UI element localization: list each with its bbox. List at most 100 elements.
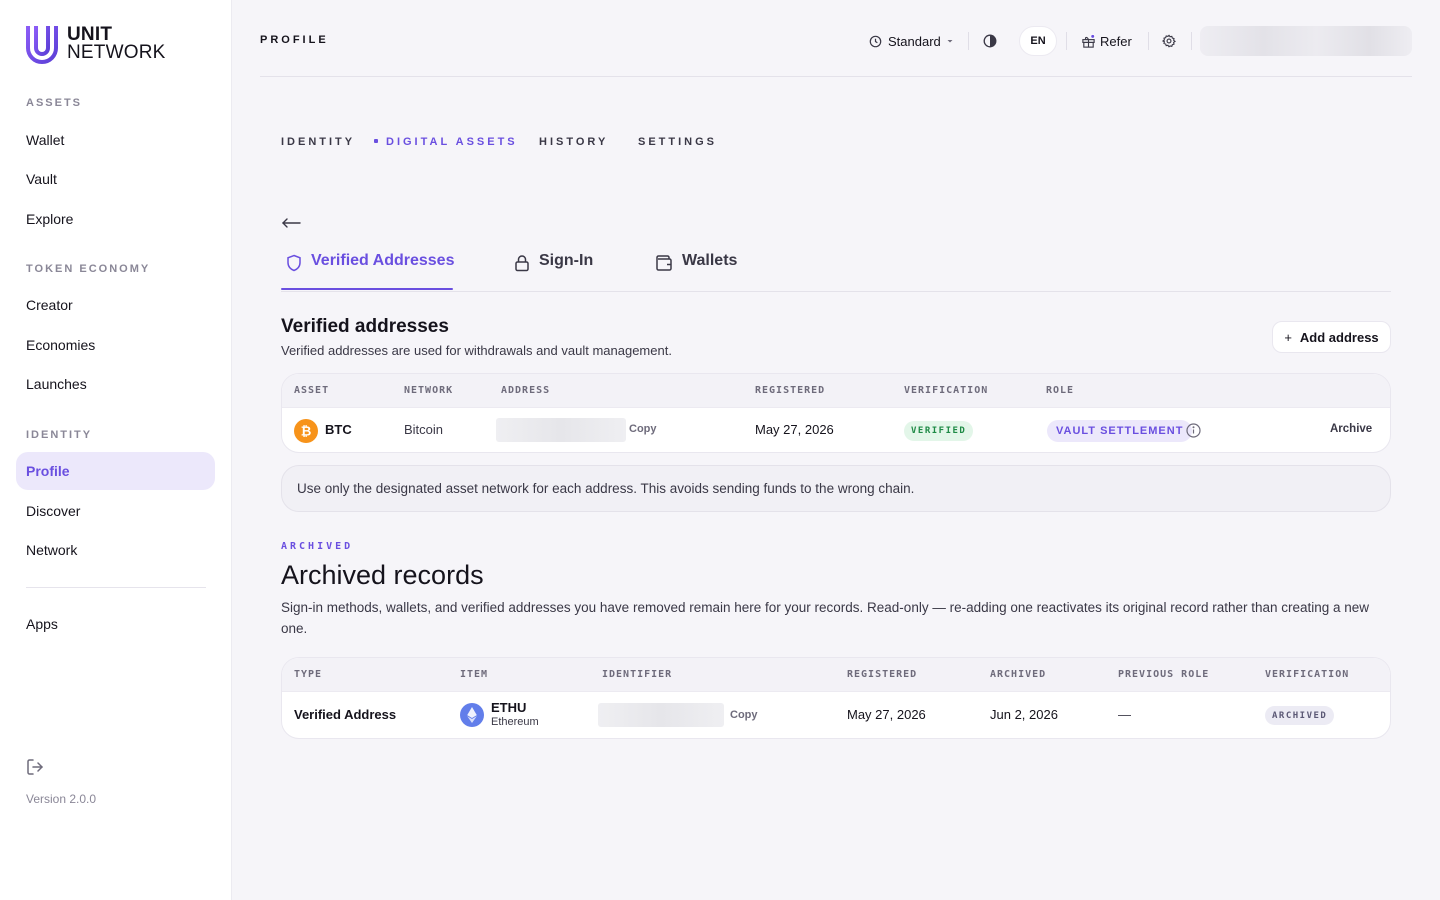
- registered-date: May 27, 2026: [847, 707, 926, 722]
- sidebar-item-discover[interactable]: Discover: [16, 492, 215, 530]
- sidebar-item-vault[interactable]: Vault: [16, 160, 215, 198]
- subtab-sign-in-label: Sign-In: [539, 252, 594, 269]
- add-address-button[interactable]: + Add address: [1272, 321, 1391, 353]
- shield-icon: [287, 254, 301, 272]
- subtab-verified-addresses[interactable]: Verified Addresses: [286, 252, 454, 290]
- gear-icon: [1162, 34, 1176, 48]
- add-address-label: Add address: [1299, 329, 1379, 345]
- verified-addresses-table: ASSET NETWORK ADDRESS REGISTERED VERIFIC…: [281, 373, 1391, 453]
- header-separator: [1148, 32, 1149, 50]
- sidebar-item-launches[interactable]: Launches: [16, 365, 215, 403]
- plus-icon: +: [1284, 329, 1292, 345]
- clock-icon: [869, 35, 882, 47]
- archived-records-table: TYPE ITEM IDENTIFIER REGISTERED ARCHIVED…: [281, 657, 1391, 739]
- settings-button[interactable]: [1162, 26, 1176, 56]
- column-header: VERIFICATION: [1265, 669, 1350, 680]
- column-header: NETWORK: [404, 385, 454, 396]
- header-divider: [260, 76, 1412, 77]
- network-notice: Use only the designated asset network fo…: [281, 465, 1391, 512]
- sidebar-item-network[interactable]: Network: [16, 531, 215, 569]
- subtab-wallets-label: Wallets: [682, 252, 738, 269]
- ethereum-icon: [460, 703, 484, 727]
- item-network: Ethereum: [491, 716, 539, 728]
- info-icon[interactable]: [1186, 423, 1201, 438]
- header-separator: [968, 32, 969, 50]
- column-header: ARCHIVED: [990, 669, 1047, 680]
- sidebar-item-wallet[interactable]: Wallet: [16, 121, 215, 159]
- subtab-wallets[interactable]: Wallets: [655, 252, 737, 290]
- logo-text: UNIT NETWORK: [67, 25, 166, 63]
- column-header: ADDRESS: [501, 385, 551, 396]
- table-row: ₿ BTC Bitcoin Copy May 27, 2026 VERIFIED…: [282, 408, 1390, 452]
- sidebar-item-apps[interactable]: Apps: [16, 605, 215, 643]
- logout-icon[interactable]: [26, 758, 44, 776]
- refer-button[interactable]: Refer: [1081, 26, 1132, 56]
- network-name: Bitcoin: [404, 422, 444, 437]
- column-header: IDENTIFIER: [602, 669, 673, 680]
- table-header: ASSET NETWORK ADDRESS REGISTERED VERIFIC…: [282, 374, 1390, 408]
- tab-settings[interactable]: SETTINGS: [638, 136, 717, 148]
- column-header: PREVIOUS ROLE: [1118, 669, 1210, 680]
- table-row: Verified Address ETHU Ethereum Copy May …: [282, 692, 1390, 738]
- wallet-icon: [656, 255, 672, 271]
- mode-dropdown[interactable]: Standard: [869, 26, 954, 56]
- address-redacted: [496, 418, 626, 442]
- column-header: VERIFICATION: [904, 385, 989, 396]
- subtab-sign-in[interactable]: Sign-In: [514, 252, 593, 290]
- logo[interactable]: UNIT NETWORK: [24, 24, 166, 64]
- contrast-icon: [983, 34, 997, 48]
- version-label: Version 2.0.0: [26, 792, 97, 806]
- archived-date: Jun 2, 2026: [990, 707, 1058, 722]
- active-dot: [374, 139, 378, 144]
- theme-toggle[interactable]: [983, 26, 997, 56]
- item-symbol: ETHU: [491, 700, 527, 715]
- sidebar-item-economies[interactable]: Economies: [16, 326, 215, 364]
- archived-eyebrow: ARCHIVED: [281, 541, 354, 552]
- sidebar-item-explore[interactable]: Explore: [16, 200, 215, 238]
- sidebar-item-profile[interactable]: Profile: [16, 452, 215, 490]
- section-label-assets: ASSETS: [26, 97, 83, 109]
- svg-text:₿: ₿: [301, 424, 312, 439]
- header-separator: [1191, 32, 1192, 50]
- refer-label: Refer: [1100, 33, 1132, 49]
- verification-badge: VERIFIED: [904, 421, 974, 441]
- column-header: ASSET: [294, 385, 330, 396]
- archived-records-title: Archived records: [281, 560, 484, 590]
- language-button[interactable]: EN: [1019, 26, 1057, 56]
- subtab-active-indicator: [281, 288, 453, 290]
- unit-network-logo-icon: [26, 26, 58, 64]
- logo-line-2: NETWORK: [67, 42, 166, 63]
- account-button-redacted[interactable]: [1200, 26, 1412, 56]
- section-label-identity: IDENTITY: [26, 429, 93, 441]
- previous-role: —: [1118, 707, 1131, 722]
- subtabs-divider: [281, 291, 1391, 292]
- copy-address-button[interactable]: Copy: [629, 423, 657, 435]
- bitcoin-icon: ₿: [294, 419, 318, 443]
- subtab-verified-addresses-label: Verified Addresses: [311, 252, 455, 269]
- tab-digital-assets-label: DIGITAL ASSETS: [386, 136, 518, 148]
- tab-identity[interactable]: IDENTITY: [281, 136, 355, 148]
- asset-symbol: BTC: [325, 422, 352, 437]
- column-header: REGISTERED: [755, 385, 826, 396]
- column-header: ITEM: [460, 669, 489, 680]
- column-header: REGISTERED: [847, 669, 918, 680]
- record-type: Verified Address: [294, 707, 397, 722]
- copy-identifier-button[interactable]: Copy: [730, 709, 758, 721]
- archived-records-description: Sign-in methods, wallets, and verified a…: [281, 600, 1370, 636]
- archived-badge: ARCHIVED: [1265, 706, 1335, 725]
- archive-button[interactable]: Archive: [1330, 423, 1372, 435]
- tab-digital-assets[interactable]: DIGITAL ASSETS: [374, 136, 518, 148]
- tab-history[interactable]: HISTORY: [539, 136, 608, 148]
- role-badge: VAULT SETTLEMENT: [1047, 420, 1193, 442]
- sidebar-item-creator[interactable]: Creator: [16, 286, 215, 324]
- column-header: TYPE: [294, 669, 323, 680]
- verified-addresses-subtitle: Verified addresses are used for withdraw…: [281, 343, 672, 358]
- mode-label: Standard: [888, 33, 941, 49]
- chevron-down-icon: [947, 40, 953, 43]
- section-label-token-economy: TOKEN ECONOMY: [26, 263, 151, 275]
- page-title: PROFILE: [260, 34, 329, 46]
- table-header: TYPE ITEM IDENTIFIER REGISTERED ARCHIVED…: [282, 658, 1390, 692]
- back-arrow-icon[interactable]: [281, 214, 301, 232]
- verified-addresses-title: Verified addresses: [281, 316, 449, 337]
- header-separator: [1066, 32, 1067, 50]
